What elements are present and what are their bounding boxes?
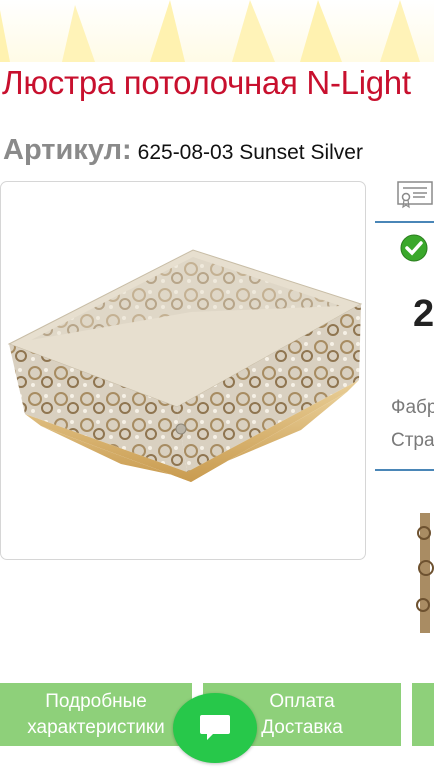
tab-specifications-line1: Подробные — [45, 691, 147, 712]
chat-button[interactable] — [173, 693, 257, 763]
check-circle-icon — [400, 234, 428, 262]
product-summary-panel: 2 Фабр Стра — [375, 181, 434, 481]
product-title: Люстра потолочная N-Light — [2, 64, 411, 101]
banner-decoration — [0, 0, 420, 62]
manufacturer-label: Фабр — [391, 397, 434, 418]
top-banner — [0, 0, 434, 62]
article-row: Артикул: 625-08-03 Sunset Silver — [3, 134, 363, 167]
certificate-icon[interactable] — [397, 181, 433, 209]
country-label: Стра — [391, 430, 434, 451]
related-thumbnail[interactable] — [414, 513, 434, 633]
chandelier-image — [7, 249, 363, 482]
price: 2 — [413, 293, 434, 335]
chat-icon — [200, 715, 230, 740]
divider-bottom — [375, 469, 434, 471]
article-value: 625-08-03 Sunset Silver — [137, 141, 363, 164]
tab-next-partial[interactable] — [412, 683, 434, 746]
article-label: Артикул: — [3, 134, 132, 166]
product-photo[interactable] — [0, 181, 366, 560]
tab-specifications-line2: характеристики — [27, 717, 165, 738]
tab-specifications[interactable]: Подробные характеристики — [0, 683, 192, 746]
thumbnail-image — [416, 513, 434, 633]
divider-top — [375, 221, 434, 223]
